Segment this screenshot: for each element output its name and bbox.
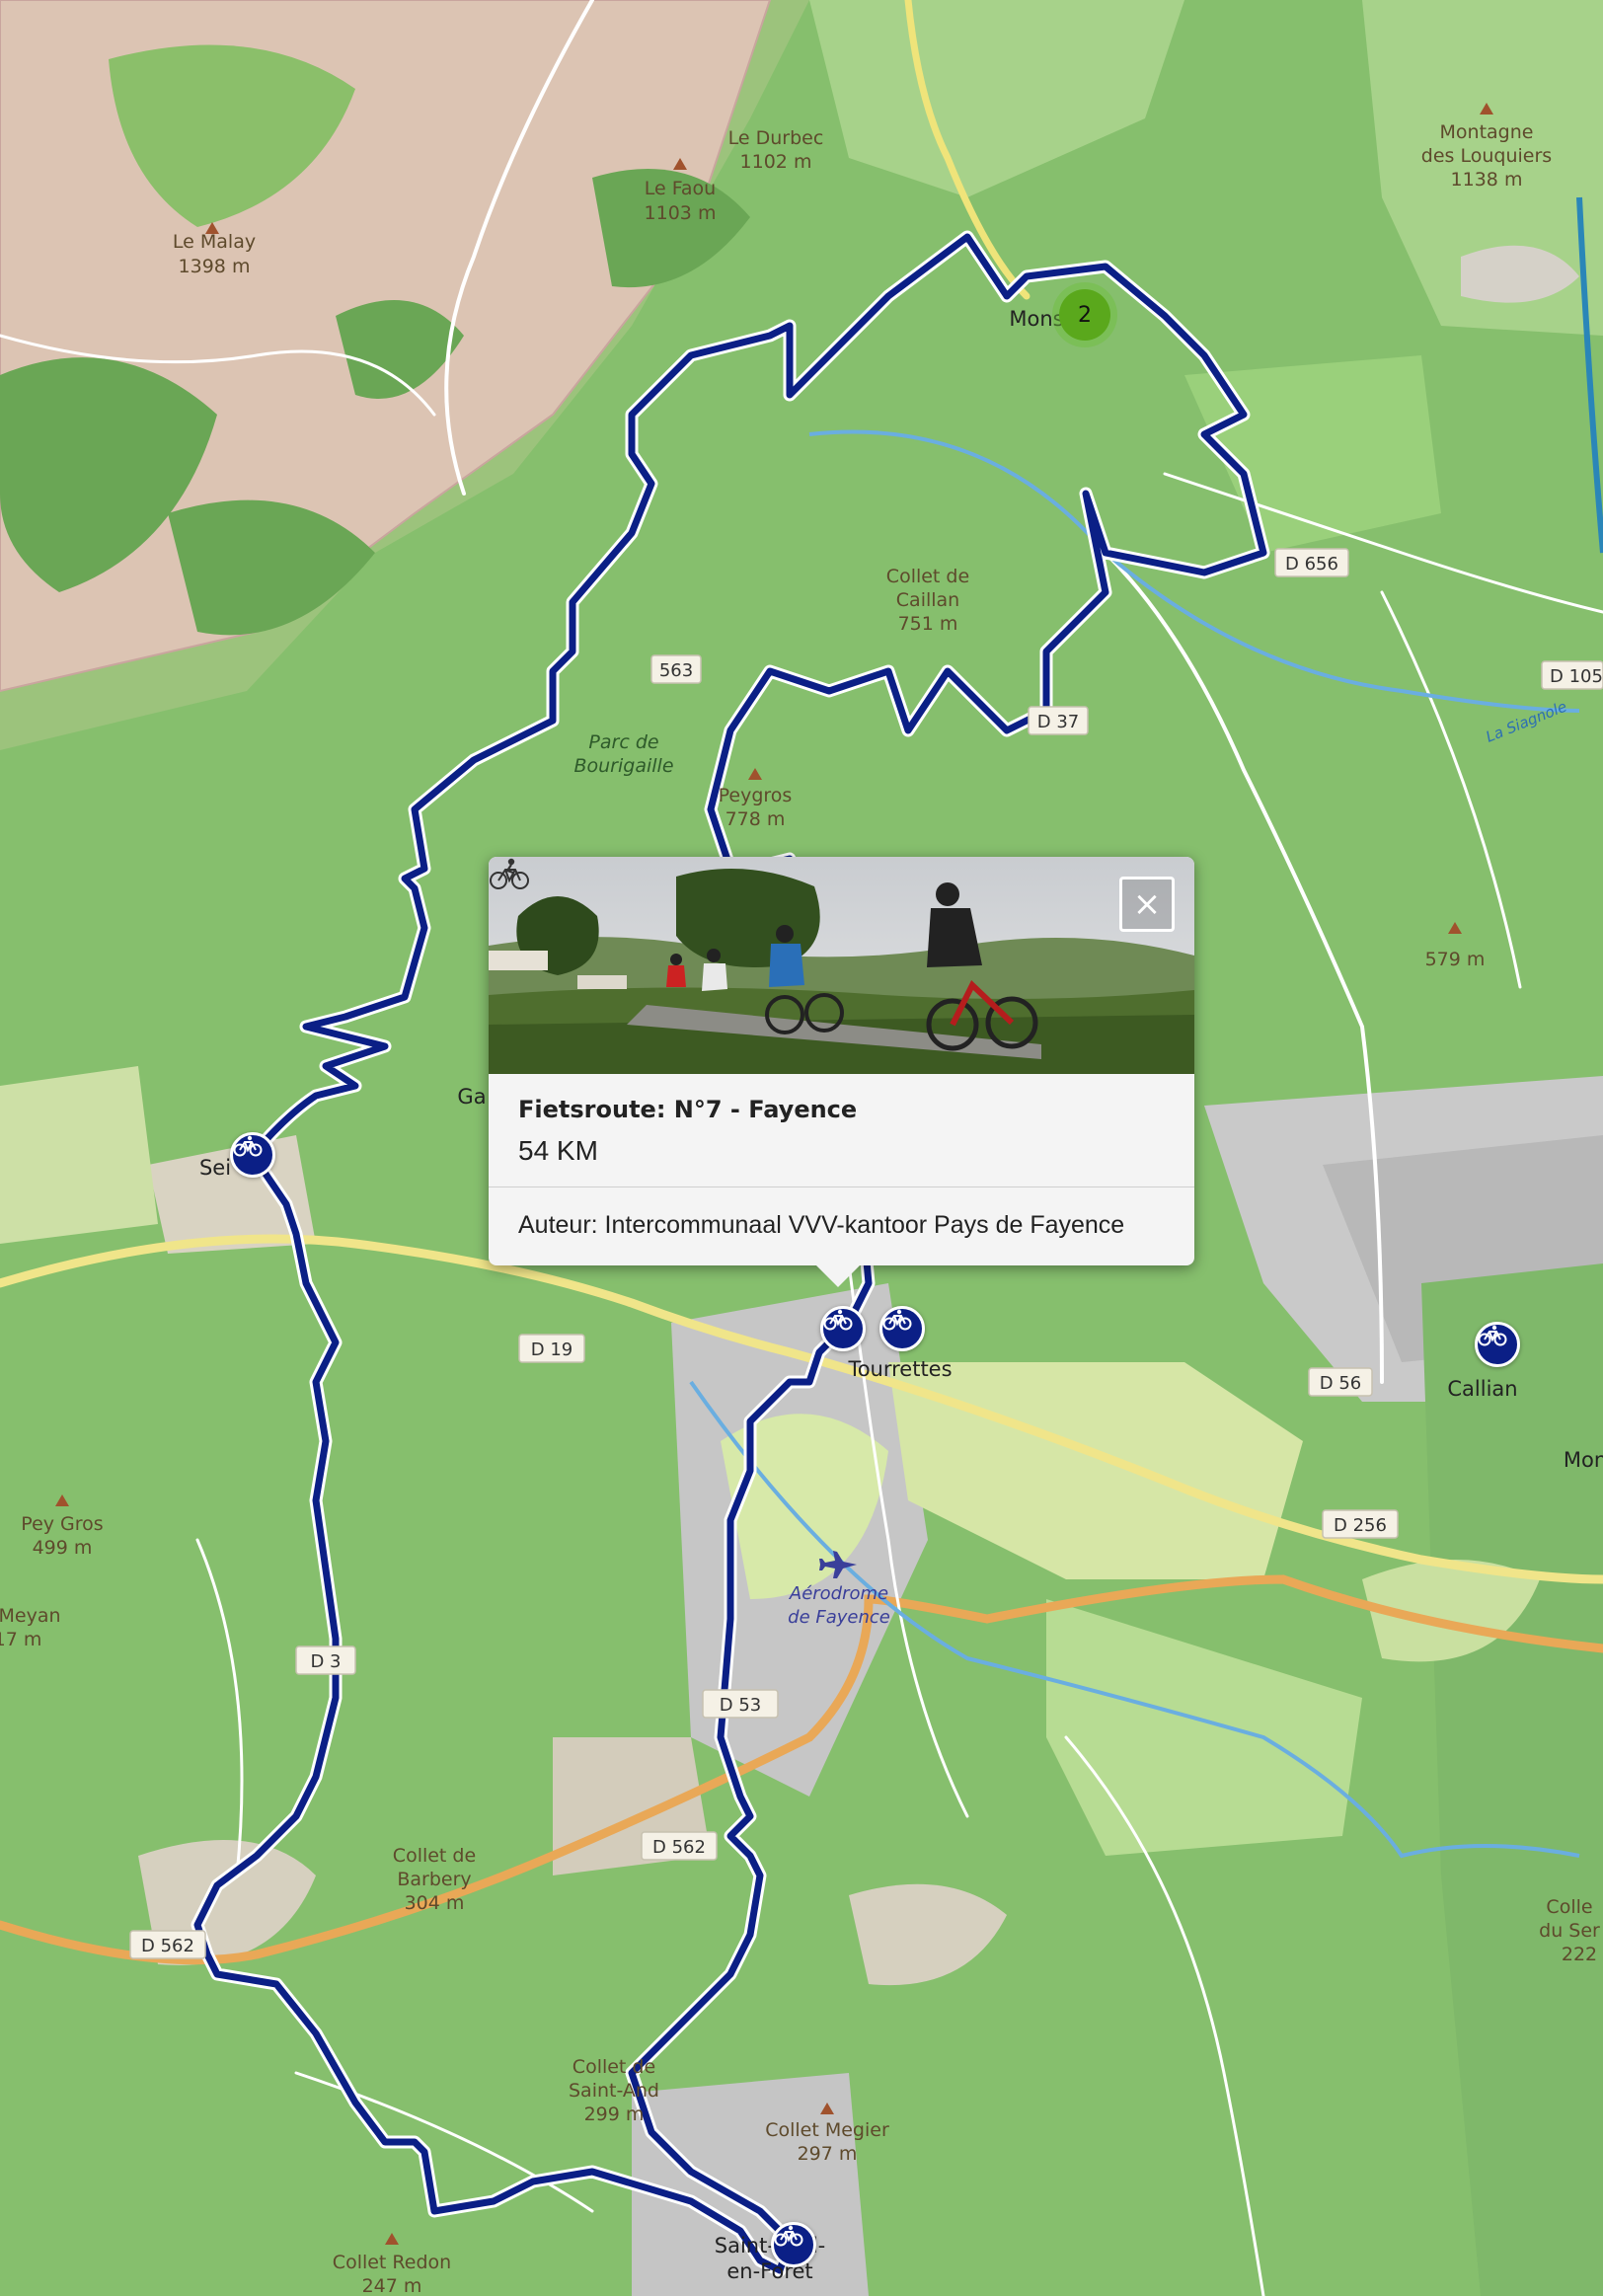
peak-label: Collet Megier [765, 2119, 889, 2141]
svg-text:D 3: D 3 [310, 1651, 341, 1672]
svg-text:247 m: 247 m [362, 2275, 422, 2296]
bicycle-icon [823, 1309, 853, 1331]
svg-text:499 m: 499 m [33, 1537, 93, 1559]
svg-text:D 656: D 656 [1285, 554, 1338, 574]
close-button[interactable]: × [1119, 877, 1175, 932]
svg-text:des Louquiers: des Louquiers [1421, 145, 1552, 167]
bicycle-icon [882, 1309, 912, 1331]
svg-text:563: 563 [659, 660, 693, 681]
svg-text:751 m: 751 m [898, 613, 958, 635]
road-shield: D 656 [1274, 548, 1349, 577]
road-shield: D 3 [295, 1645, 356, 1675]
town-label: Mon [1564, 1448, 1603, 1472]
route-marker[interactable] [771, 2222, 816, 2267]
svg-text:299 m: 299 m [584, 2104, 645, 2125]
map-canvas[interactable]: Le Malay 1398 m Le Faou 1103 m Le Durbec… [0, 0, 1603, 2296]
svg-text:D 562: D 562 [141, 1936, 194, 1956]
peak-label: Collet Redon [333, 2252, 451, 2273]
svg-text:304 m: 304 m [405, 1892, 465, 1914]
route-marker[interactable] [820, 1306, 866, 1351]
road-shield: 563 [650, 654, 702, 684]
road-shield: D 105 [1541, 660, 1603, 690]
bicycle-icon [1478, 1325, 1507, 1346]
svg-text:297 m: 297 m [798, 2143, 858, 2165]
peak-label: Meyan [0, 1605, 61, 1627]
peak-label: Le Durbec [728, 127, 824, 149]
road-shield: D 53 [702, 1689, 779, 1719]
road-shield: D 256 [1322, 1509, 1399, 1539]
svg-text:D 256: D 256 [1334, 1515, 1387, 1536]
svg-text:Barbery: Barbery [397, 1869, 471, 1890]
svg-text:778 m: 778 m [725, 808, 786, 830]
bicycle-icon [233, 1135, 263, 1157]
popup-title: Fietsroute: N°7 - Fayence [518, 1096, 858, 1123]
park-label: Parc de [588, 731, 658, 753]
distance-value: 54 KM [518, 1135, 598, 1166]
route-distance: 54 KM [490, 858, 1165, 1167]
svg-text:1138 m: 1138 m [1451, 169, 1523, 191]
route-marker[interactable] [879, 1306, 925, 1351]
road-shield: D 37 [1028, 706, 1089, 735]
road-shield: D 562 [129, 1930, 206, 1959]
svg-text:D 105: D 105 [1550, 666, 1603, 687]
peak-label: Le Faou [645, 178, 716, 199]
peak-label: Le Malay [173, 231, 256, 253]
peak-label: Pey Gros [21, 1513, 103, 1535]
svg-text:Saint-And: Saint-And [569, 2080, 659, 2102]
svg-text:D 562: D 562 [652, 1837, 706, 1858]
svg-text:579 m: 579 m [1425, 949, 1486, 970]
popup-author: Auteur: Intercommunaal VVV-kantoor Pays … [489, 1186, 1194, 1265]
route-marker[interactable] [1475, 1322, 1520, 1367]
svg-text:Bourigaille: Bourigaille [573, 755, 673, 777]
cluster-count: 2 [1059, 289, 1110, 341]
road-shield: D 562 [641, 1831, 718, 1861]
svg-text:1102 m: 1102 m [740, 151, 812, 173]
peak-label: Montagne [1440, 121, 1534, 143]
route-photo: × [489, 857, 1194, 1074]
svg-text:D 56: D 56 [1320, 1373, 1362, 1394]
popup-tip [816, 1265, 860, 1287]
bicycle-icon [774, 2225, 803, 2247]
town-label: Ga [457, 1085, 486, 1109]
road-shield: D 56 [1308, 1367, 1373, 1397]
marker-cluster[interactable]: 2 [1052, 282, 1117, 347]
peak-label: Colle [1546, 1896, 1592, 1918]
svg-text:D 37: D 37 [1037, 712, 1080, 732]
svg-text:Caillan: Caillan [896, 589, 959, 611]
town-label: Sei [199, 1156, 231, 1180]
svg-text:222: 222 [1562, 1944, 1597, 1965]
bicycle-icon [490, 858, 529, 889]
town-label: Callian [1447, 1377, 1517, 1401]
route-marker[interactable] [230, 1132, 275, 1178]
svg-text:du Ser: du Ser [1539, 1920, 1600, 1942]
town-label: Tourrettes [847, 1357, 952, 1381]
route-popup: × Fietsroute: N°7 - Fayence 54 KM Auteur… [489, 857, 1194, 1287]
svg-text:17 m: 17 m [0, 1629, 41, 1650]
road-shield: D 19 [518, 1334, 585, 1363]
peak-label: Peygros [719, 785, 793, 806]
svg-text:D 19: D 19 [531, 1339, 573, 1360]
svg-text:D 53: D 53 [720, 1695, 762, 1716]
svg-text:1103 m: 1103 m [645, 202, 717, 224]
aerodrome-label: Aérodrome [789, 1583, 888, 1604]
peak-label: Collet de [886, 566, 969, 587]
peak-label: Collet de [572, 2056, 655, 2078]
peak-label: Collet de [393, 1845, 476, 1867]
svg-text:de Fayence: de Fayence [788, 1607, 890, 1628]
svg-text:1398 m: 1398 m [179, 256, 251, 277]
